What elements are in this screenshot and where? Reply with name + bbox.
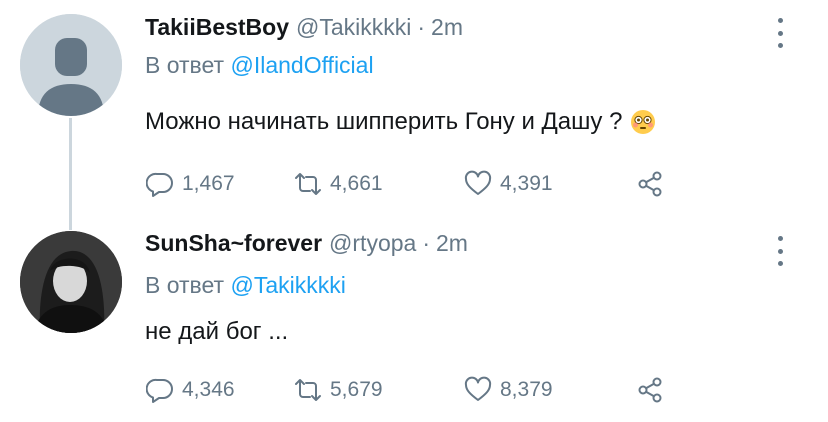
profile-photo-icon xyxy=(20,231,122,333)
reply-button[interactable]: 4,346 xyxy=(146,372,235,408)
reply-mention-link[interactable]: @IlandOfficial xyxy=(230,52,373,78)
reply-mention-link[interactable]: @Takikkkki xyxy=(230,272,345,298)
user-handle[interactable]: @Takikkkki xyxy=(296,14,411,41)
reply-to-line: В ответ @Takikkkki xyxy=(145,272,346,299)
avatar[interactable] xyxy=(20,231,122,333)
share-icon xyxy=(638,377,662,403)
retweet-icon xyxy=(295,173,321,195)
avatar[interactable] xyxy=(20,14,122,116)
retweet-button[interactable]: 5,679 xyxy=(294,372,383,408)
timestamp[interactable]: 2m xyxy=(436,230,468,257)
reply-icon xyxy=(146,172,173,197)
heart-icon xyxy=(464,170,492,195)
tweet-header: SunSha~forever @rtyopa · 2m xyxy=(145,230,468,262)
flushed-face-icon xyxy=(631,110,656,134)
timestamp[interactable]: 2m xyxy=(431,14,463,41)
tweet-actions: 4,346 5,679 8,379 xyxy=(146,372,706,408)
reply-prefix: В ответ xyxy=(145,272,225,298)
heart-icon xyxy=(464,376,492,401)
separator: · xyxy=(422,230,430,256)
reply-icon xyxy=(146,378,173,403)
tweet-text-content: не дай бог ... xyxy=(145,318,289,345)
share-button[interactable] xyxy=(636,166,672,202)
thread-line xyxy=(69,118,72,230)
more-options-icon[interactable] xyxy=(770,236,790,266)
retweet-button[interactable]: 4,661 xyxy=(294,166,383,202)
user-handle[interactable]: @rtyopa xyxy=(329,230,416,257)
reply-button[interactable]: 1,467 xyxy=(146,166,235,202)
retweet-count: 5,679 xyxy=(330,378,383,401)
default-profile-icon xyxy=(20,14,122,116)
tweet-text: Можно начинать шипперить Гону и Дашу ? xyxy=(145,108,656,136)
tweet[interactable]: SunSha~forever @rtyopa · 2m В ответ @Tak… xyxy=(0,220,828,422)
like-count: 8,379 xyxy=(500,378,553,401)
tweet-text-content: Можно начинать шипперить Гону и Дашу ? xyxy=(145,108,623,135)
tweet-actions: 1,467 4,661 4,391 xyxy=(146,166,706,202)
reply-to-line: В ответ @IlandOfficial xyxy=(145,52,374,79)
separator: · xyxy=(417,14,426,40)
display-name[interactable]: SunSha~forever xyxy=(145,230,322,257)
display-name[interactable]: TakiiBestBoy xyxy=(145,14,289,41)
reply-prefix: В ответ xyxy=(145,52,225,78)
like-count: 4,391 xyxy=(500,172,553,195)
more-options-icon[interactable] xyxy=(770,18,790,48)
tweet-header: TakiiBestBoy @Takikkkki · 2m xyxy=(145,14,463,46)
share-button[interactable] xyxy=(636,372,672,408)
retweet-count: 4,661 xyxy=(330,172,383,195)
like-button[interactable]: 4,391 xyxy=(464,166,553,202)
retweet-icon xyxy=(295,379,321,401)
tweet-text: не дай бог ... xyxy=(145,318,288,346)
reply-count: 1,467 xyxy=(182,172,235,195)
tweet[interactable]: TakiiBestBoy @Takikkkki · 2m В ответ @Il… xyxy=(0,0,828,230)
share-icon xyxy=(638,171,662,197)
like-button[interactable]: 8,379 xyxy=(464,372,553,408)
reply-count: 4,346 xyxy=(182,378,235,401)
